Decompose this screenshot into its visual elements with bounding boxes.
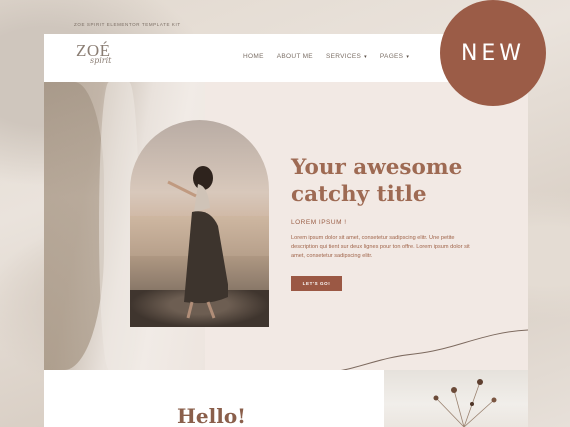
hero-title: Your awesome catchy title	[291, 155, 463, 207]
nav-item-pages[interactable]: PAGES ▾	[380, 53, 409, 60]
main-nav: HOME ABOUT ME SERVICES ▾ PAGES ▾	[243, 53, 409, 60]
nav-item-about-me[interactable]: ABOUT ME	[277, 53, 313, 60]
new-badge: NEW	[440, 0, 546, 106]
nav-item-services[interactable]: SERVICES ▾	[326, 53, 367, 60]
arch-photo	[130, 120, 269, 327]
lets-go-button[interactable]: LET'S GO!	[291, 276, 342, 291]
hero-eyebrow: LOREM IPSUM !	[291, 219, 347, 226]
hero-section: Your awesome catchy title LOREM IPSUM ! …	[44, 82, 528, 375]
website-preview: ZOÉ spirit HOME ABOUT ME SERVICES ▾ PAGE…	[44, 34, 528, 427]
decorative-line-icon	[314, 329, 528, 375]
nav-item-label: SERVICES	[325, 53, 362, 60]
nav-item-home[interactable]: HOME	[243, 53, 264, 60]
section-heading: Hello!	[177, 404, 246, 427]
flower-sprigs-icon	[433, 379, 497, 427]
woman-figure	[167, 166, 228, 319]
logo-script: spirit	[90, 56, 112, 65]
nav-item-label: PAGES	[379, 53, 404, 60]
hero-description: Lorem ipsum dolor sit amet, consetetur s…	[291, 235, 470, 260]
site-logo[interactable]: ZOÉ spirit	[76, 41, 120, 75]
intro-section: Hello!	[44, 370, 528, 427]
chevron-down-icon: ▾	[406, 53, 410, 60]
nav-item-label: HOME	[243, 53, 264, 60]
template-kit-label: ZOE SPIRIT ELEMENTOR TEMPLATE KIT	[74, 22, 181, 27]
dried-flowers-photo	[384, 370, 528, 427]
nav-item-label: ABOUT ME	[276, 53, 313, 60]
chevron-down-icon: ▾	[364, 53, 367, 60]
